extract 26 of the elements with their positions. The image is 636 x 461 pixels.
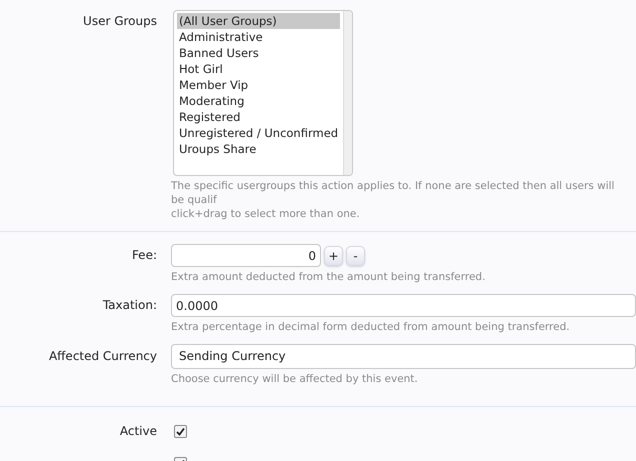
field-label: Fee:	[130, 247, 157, 264]
list-option[interactable]: (All User Groups)	[177, 13, 340, 29]
list-option[interactable]: Member Vip	[177, 77, 340, 93]
list-option[interactable]: Unregistered / Unconfirmed	[177, 125, 340, 141]
check-icon	[176, 427, 185, 436]
list-option[interactable]: Uroups Share	[177, 141, 340, 157]
list-option[interactable]: Registered	[177, 109, 340, 125]
hint-text: click+drag to select more than one.	[171, 207, 361, 221]
decrement-button[interactable]: -	[346, 246, 365, 266]
list-option[interactable]: Banned Users	[177, 45, 340, 61]
field-label: User Groups	[82, 13, 157, 30]
hint-text: Extra percentage in decimal form deducted from amount being transferred.	[171, 320, 571, 334]
hint-text: Extra amount deducted from the amount being transferred.	[171, 270, 486, 284]
currency-select[interactable]: Sending Currency	[171, 344, 636, 369]
list-option[interactable]: Administrative	[177, 29, 340, 45]
fee-input[interactable]: 0	[171, 244, 321, 267]
checkbox[interactable]	[174, 425, 187, 438]
field-label: Taxation:	[102, 297, 157, 314]
taxation-input[interactable]: 0.0000	[171, 294, 636, 317]
list-option[interactable]: Moderating	[177, 93, 340, 109]
user-groups-listbox[interactable]: (All User Groups) Administrative Banned Users Hot Girl Member Vip Moderating Registered Unregistered / Unconfirmed Uroups Share	[173, 10, 353, 176]
hint-text: Choose currency will be affected by this event.	[171, 372, 419, 386]
list-option[interactable]: Hot Girl	[177, 61, 340, 77]
checkbox-label: Active	[118, 423, 157, 439]
field-label: Affected Currency	[48, 348, 157, 365]
increment-button[interactable]: +	[324, 246, 343, 266]
